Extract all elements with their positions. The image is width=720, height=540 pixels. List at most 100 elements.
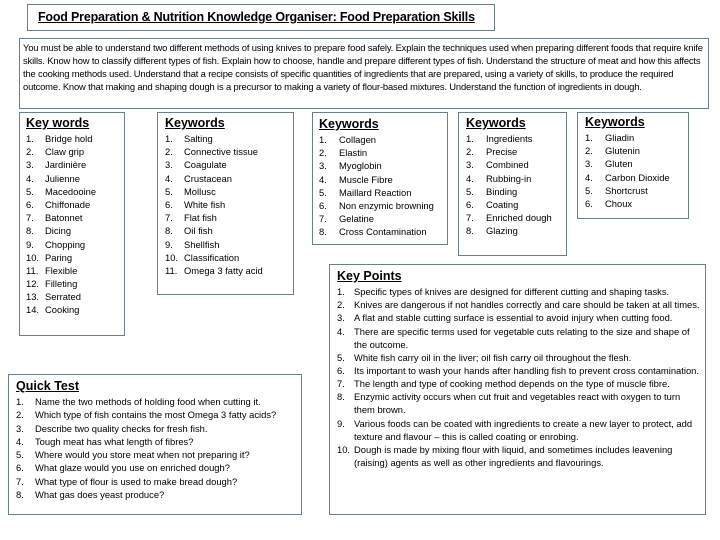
list-item-text: Dough is made by mixing flour with liqui… bbox=[354, 443, 673, 468]
list-item: 3. Coagulate bbox=[165, 158, 293, 171]
key-points-list: 1. Specific types of knives are designed … bbox=[337, 285, 701, 469]
list-item: 4. Rubbing-in bbox=[466, 172, 566, 185]
list-item: 1. Gliadin bbox=[585, 131, 688, 144]
list-item-text: Which type of fish contains the most Ome… bbox=[35, 409, 277, 421]
list-item-number: 6. bbox=[319, 199, 327, 211]
keywords-heading: Keywords bbox=[319, 117, 379, 131]
list-item-number: 7. bbox=[466, 212, 474, 224]
list-item: 2. Glutenin bbox=[585, 144, 688, 157]
keywords-heading: Keywords bbox=[165, 116, 225, 130]
list-item-number: 6. bbox=[337, 364, 345, 376]
list-item-number: 7. bbox=[319, 213, 327, 225]
list-item-text: Non enzymic browning bbox=[339, 199, 434, 211]
quick-test-heading: Quick Test bbox=[16, 379, 79, 393]
list-item-text: Paring bbox=[45, 251, 73, 263]
list-item: 6. Its important to wash your hands after… bbox=[337, 364, 701, 377]
list-item: 6. Chiffonade bbox=[26, 198, 124, 211]
list-item-text: There are specific terms used for vegeta… bbox=[354, 325, 690, 350]
list-item-number: 6. bbox=[466, 198, 474, 210]
list-item-number: 3. bbox=[466, 159, 474, 171]
list-item: 9. Shellfish bbox=[165, 238, 293, 251]
list-item-number: 3. bbox=[337, 312, 345, 324]
list-item-number: 3. bbox=[585, 158, 593, 170]
list-item-number: 5. bbox=[16, 449, 24, 461]
list-item: 5. White fish carry oil in the liver; oil… bbox=[337, 351, 701, 364]
list-item: 2. Which type of fish contains the most O… bbox=[16, 408, 301, 421]
list-item: 3. Gluten bbox=[585, 157, 688, 170]
list-item-text: Oil fish bbox=[184, 225, 213, 237]
list-item: 2. Connective tissue bbox=[165, 145, 293, 158]
list-item-text: Glutenin bbox=[605, 145, 640, 157]
list-item-text: Mollusc bbox=[184, 185, 216, 197]
list-item-number: 3. bbox=[16, 422, 24, 434]
list-item: 10. Dough is made by mixing flour with li… bbox=[337, 443, 701, 469]
page-title: Food Preparation & Nutrition Knowledge O… bbox=[38, 10, 475, 24]
list-item: 5. Where would you store meat when not pr… bbox=[16, 448, 301, 461]
list-item-number: 10. bbox=[26, 251, 40, 263]
list-item: 4. Carbon Dioxide bbox=[585, 171, 688, 184]
list-item-text: Knives are dangerous if not handles corr… bbox=[354, 299, 700, 311]
list-item: 7. Batonnet bbox=[26, 211, 124, 224]
list-item: 8. What gas does yeast produce? bbox=[16, 488, 301, 501]
list-item-text: The length and type of cooking method de… bbox=[354, 378, 670, 390]
keywords-list: 1. Gliadin 2. Glutenin 3. Gluten 4. Carbon Diox… bbox=[585, 131, 688, 210]
list-item-text: Filleting bbox=[45, 278, 78, 290]
list-item-number: 5. bbox=[26, 185, 34, 197]
list-item-number: 7. bbox=[337, 378, 345, 390]
list-item: 2. Precise bbox=[466, 145, 566, 158]
list-item-number: 8. bbox=[16, 489, 24, 501]
list-item-text: Chiffonade bbox=[45, 198, 91, 210]
list-item: 2. Claw grip bbox=[26, 145, 124, 158]
list-item: 6. Choux bbox=[585, 197, 688, 210]
intro-box: You must be able to understand two diffe… bbox=[19, 38, 709, 109]
list-item-text: Cooking bbox=[45, 304, 80, 316]
list-item-number: 1. bbox=[165, 133, 173, 144]
list-item: 4. Muscle Fibre bbox=[319, 173, 447, 186]
list-item-number: 8. bbox=[319, 226, 327, 238]
list-item-number: 2. bbox=[16, 409, 24, 421]
list-item-number: 7. bbox=[165, 212, 173, 224]
list-item-text: Specific types of knives are designed fo… bbox=[354, 286, 670, 297]
keywords-heading: Keywords bbox=[466, 116, 526, 130]
list-item-text: Shellfish bbox=[184, 238, 220, 250]
list-item-number: 1. bbox=[466, 133, 474, 144]
list-item: 6. Non enzymic browning bbox=[319, 199, 447, 212]
list-item-text: Salting bbox=[184, 133, 213, 144]
list-item-number: 5. bbox=[466, 185, 474, 197]
keywords-box-fish: Keywords 1. Salting 2. Connective tissue 3. C… bbox=[157, 112, 294, 295]
list-item-text: Binding bbox=[486, 185, 518, 197]
list-item-text: Ingredients bbox=[486, 133, 533, 144]
list-item-number: 11. bbox=[26, 264, 39, 276]
list-item-number: 1. bbox=[319, 134, 327, 145]
list-item-text: Flat fish bbox=[184, 212, 217, 224]
list-item-text: Classification bbox=[184, 251, 240, 263]
keywords-list: 1. Salting 2. Connective tissue 3. Coagulate 4… bbox=[165, 132, 293, 277]
list-item: 11. Flexible bbox=[26, 264, 124, 277]
keywords-box-meat: Keywords 1. Collagen 2. Elastin 3. Myoglobin 4… bbox=[312, 112, 448, 245]
list-item-text: Its important to wash your hands after h… bbox=[354, 364, 699, 376]
title-box: Food Preparation & Nutrition Knowledge O… bbox=[27, 4, 495, 31]
keywords-list: 1. Bridge hold 2. Claw grip 3. Jardinière 4. Ju… bbox=[26, 132, 124, 317]
list-item-number: 10. bbox=[165, 251, 179, 263]
list-item-number: 1. bbox=[585, 132, 593, 143]
keywords-box-ingredients: Keywords 1. Ingredients 2. Precise 3. Combine… bbox=[458, 112, 567, 256]
list-item: 1. Name the two methods of holding food w… bbox=[16, 395, 301, 408]
list-item: 8. Dicing bbox=[26, 224, 124, 237]
quick-test-list: 1. Name the two methods of holding food w… bbox=[16, 395, 301, 501]
list-item-text: Choux bbox=[605, 197, 633, 209]
list-item-number: 8. bbox=[466, 225, 474, 237]
list-item-text: Cross Contamination bbox=[339, 226, 427, 238]
list-item-number: 5. bbox=[337, 351, 345, 363]
list-item-text: Muscle Fibre bbox=[339, 173, 393, 185]
list-item-text: Carbon Dioxide bbox=[605, 171, 670, 183]
list-item: 1. Bridge hold bbox=[26, 132, 124, 145]
keywords-heading: Keywords bbox=[585, 115, 645, 129]
list-item-number: 11. bbox=[165, 264, 178, 276]
list-item-number: 3. bbox=[319, 160, 327, 172]
list-item: 11. Omega 3 fatty acid bbox=[165, 264, 293, 277]
list-item-number: 12. bbox=[26, 278, 40, 290]
list-item: 2. Elastin bbox=[319, 146, 447, 159]
list-item-text: Shortcrust bbox=[605, 184, 648, 196]
list-item: 3. Myoglobin bbox=[319, 159, 447, 172]
list-item-text: Where would you store meat when not prep… bbox=[35, 449, 250, 461]
